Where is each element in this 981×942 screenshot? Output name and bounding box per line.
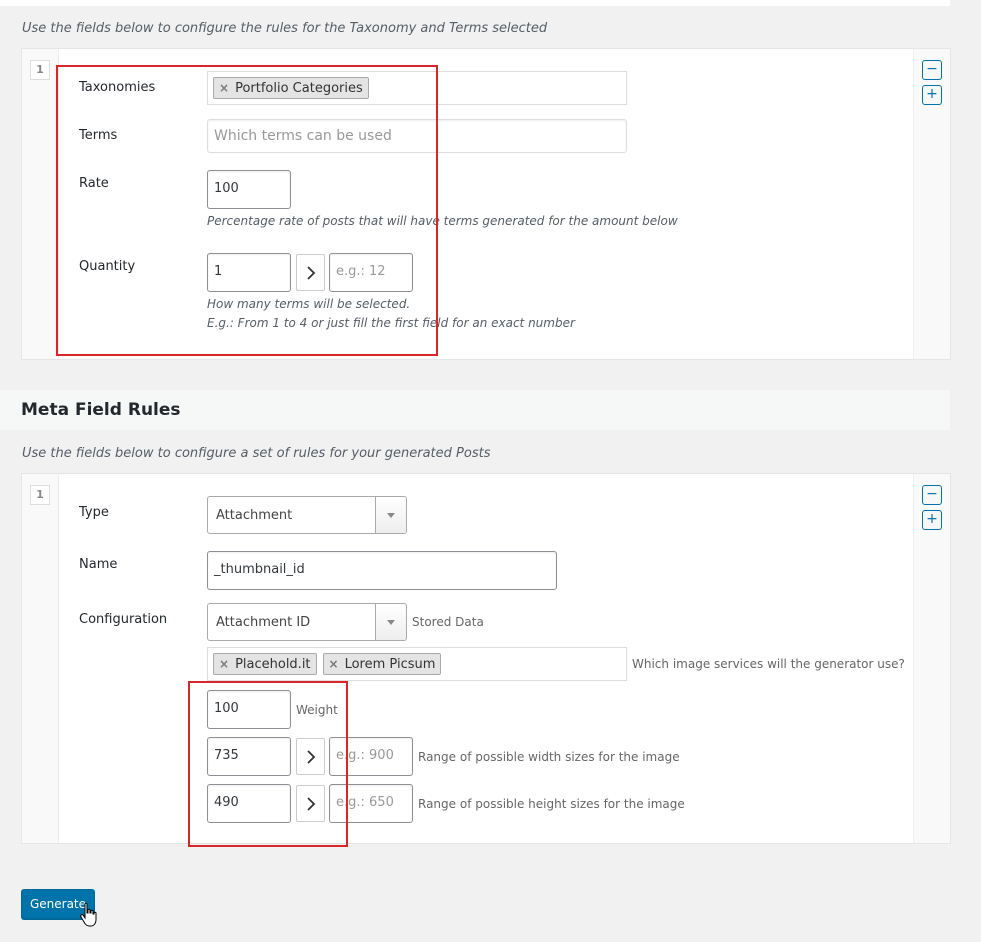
chevron-right-icon [306, 796, 315, 811]
width-min-input[interactable]: 735 [207, 737, 291, 776]
previous-section-bottom [0, 0, 950, 6]
taxonomies-label: Taxonomies [79, 80, 156, 95]
type-label: Type [79, 505, 109, 520]
meta-section-title: Meta Field Rules [21, 400, 181, 420]
width-max-input[interactable]: e.g.: 900 [329, 737, 413, 776]
meta-description: Use the fields below to configure a set … [22, 446, 491, 461]
image-services-hint: Which image services will the generator … [632, 657, 905, 671]
row-index: 1 [30, 60, 50, 80]
quantity-min-input[interactable]: 1 [207, 253, 291, 292]
quantity-label: Quantity [79, 259, 136, 274]
height-hint: Range of possible height sizes for the i… [418, 797, 685, 811]
name-label: Name [79, 557, 118, 572]
taxonomies-select[interactable]: × Portfolio Categories [207, 71, 627, 105]
configuration-label: Configuration [79, 612, 168, 627]
rate-label: Rate [79, 176, 109, 191]
image-services-select[interactable]: × Placehold.it × Lorem Picsum [207, 647, 627, 681]
hand-cursor-icon [80, 902, 97, 927]
chevron-right-icon [306, 265, 315, 280]
configuration-select[interactable]: Attachment ID [207, 603, 407, 641]
width-hint: Range of possible width sizes for the im… [418, 750, 680, 764]
range-separator [296, 785, 325, 822]
terms-input[interactable]: Which terms can be used [207, 119, 627, 153]
remove-tag-icon[interactable]: × [329, 657, 339, 671]
range-separator [296, 254, 325, 291]
weight-hint: Weight [296, 703, 338, 717]
range-separator [296, 738, 325, 775]
remove-tag-icon[interactable]: × [219, 81, 229, 95]
height-min-input[interactable]: 490 [207, 784, 291, 823]
service-tag[interactable]: × Placehold.it [213, 653, 317, 675]
taxonomy-tag[interactable]: × Portfolio Categories [213, 77, 369, 99]
configuration-select-value: Attachment ID [216, 614, 311, 630]
weight-input[interactable]: 100 [207, 690, 291, 729]
quantity-hint-1: How many terms will be selected. [207, 297, 411, 311]
name-input[interactable]: _thumbnail_id [207, 551, 557, 590]
service-tag[interactable]: × Lorem Picsum [322, 653, 442, 675]
taxonomy-description: Use the fields below to configure the ru… [22, 21, 548, 36]
add-row-button[interactable]: + [922, 510, 942, 530]
terms-label: Terms [79, 128, 118, 143]
remove-row-button[interactable]: − [922, 485, 942, 505]
height-max-input[interactable]: e.g.: 650 [329, 784, 413, 823]
row-index: 1 [30, 485, 50, 505]
rate-hint: Percentage rate of posts that will have … [207, 214, 678, 228]
chevron-down-icon[interactable] [375, 497, 406, 533]
remove-tag-icon[interactable]: × [219, 657, 229, 671]
quantity-hint-2: E.g.: From 1 to 4 or just fill the first… [207, 316, 575, 330]
type-select-value: Attachment [216, 507, 293, 523]
type-select[interactable]: Attachment [207, 496, 407, 534]
remove-row-button[interactable]: − [922, 60, 942, 80]
add-row-button[interactable]: + [922, 85, 942, 105]
row-gutter [22, 474, 59, 843]
quantity-max-input[interactable]: e.g.: 12 [329, 253, 413, 292]
chevron-right-icon [306, 749, 315, 764]
row-gutter [22, 49, 59, 359]
configuration-hint: Stored Data [412, 615, 484, 629]
rate-input[interactable]: 100 [207, 170, 291, 209]
chevron-down-icon[interactable] [375, 604, 406, 640]
